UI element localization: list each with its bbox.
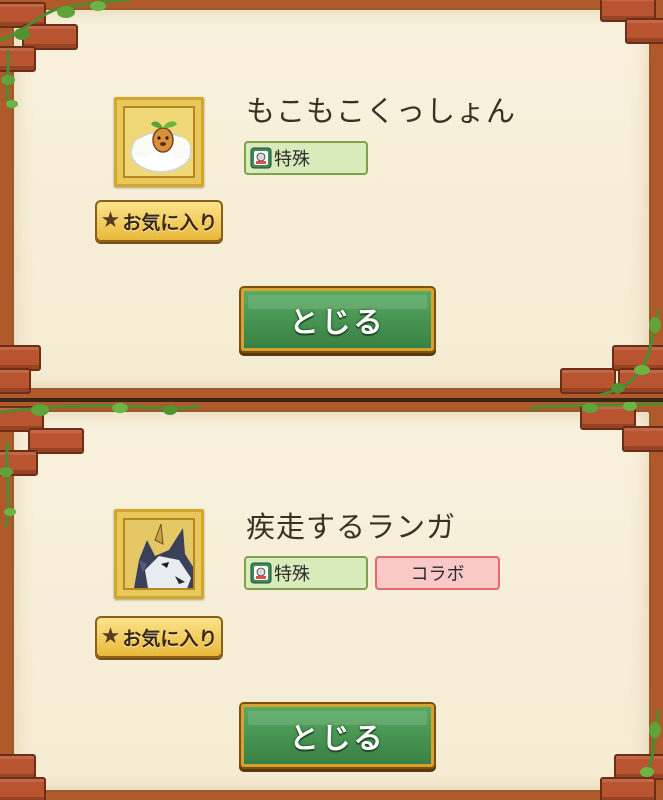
tag-special: 特殊: [244, 141, 368, 175]
favorite-label: お気に入り: [122, 211, 218, 234]
close-button[interactable]: とじる: [241, 288, 434, 351]
special-badge-icon: [250, 562, 272, 584]
tag-collab: コラボ: [375, 556, 500, 590]
cotton-cushion-icon: [123, 106, 195, 178]
item-name: もこもこくっしょん: [246, 94, 517, 128]
item-dialog-2: ★ お気に入り 疾走するランガ 特殊 コラボ とじる: [0, 402, 663, 800]
star-icon: ★: [100, 624, 121, 649]
favorite-button[interactable]: ★ お気に入り: [95, 616, 223, 658]
star-icon: ★: [100, 208, 121, 233]
vine-decoration: [640, 709, 661, 778]
tag-label: 特殊: [274, 564, 310, 585]
close-label: とじる: [289, 720, 386, 755]
vine-decoration: [600, 309, 662, 397]
tag-label: 特殊: [274, 149, 310, 170]
item-icon-frame[interactable]: [114, 509, 204, 599]
tag-special: 特殊: [244, 556, 368, 590]
item-dialog-1: ★ お気に入り もこもこくっしょん 特殊 とじる: [0, 0, 663, 398]
brick-decoration: [625, 18, 663, 44]
brick-decoration: [0, 368, 31, 394]
close-button[interactable]: とじる: [241, 704, 434, 767]
special-badge-icon: [250, 147, 272, 169]
tag-label: コラボ: [410, 564, 465, 585]
vine-decoration: [530, 402, 663, 413]
item-icon-frame[interactable]: [114, 97, 204, 187]
wolf-ranga-icon: [123, 518, 195, 590]
brick-decoration: [0, 777, 46, 800]
close-label: とじる: [289, 304, 386, 339]
vine-decoration: [0, 0, 130, 111]
favorite-label: お気に入り: [122, 627, 218, 650]
item-name: 疾走するランガ: [246, 510, 457, 544]
favorite-button[interactable]: ★ お気に入り: [95, 200, 223, 242]
